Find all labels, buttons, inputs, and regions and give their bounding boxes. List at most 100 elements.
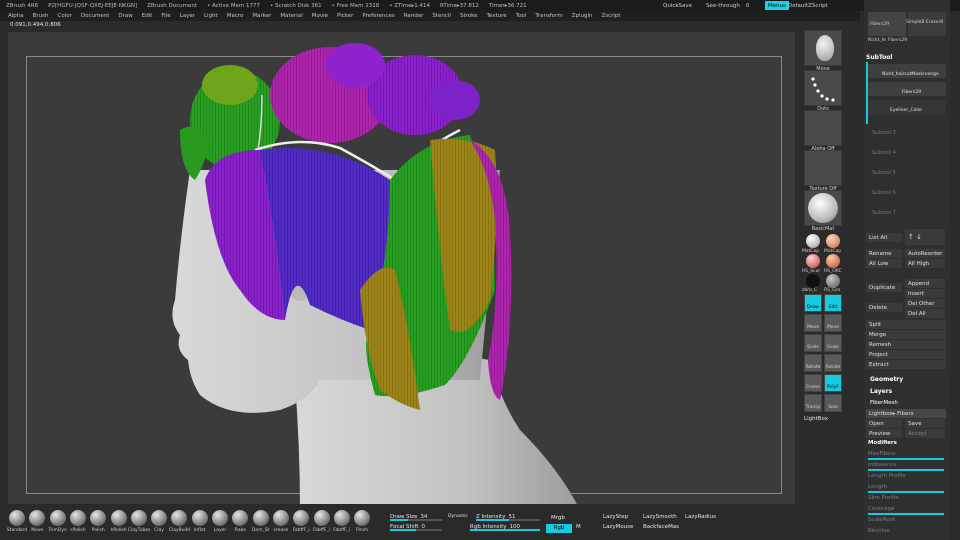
rs-grey-icon[interactable]	[826, 274, 840, 288]
material-thumb[interactable]: BasicMat	[804, 190, 842, 232]
brush-item[interactable]: Move	[26, 510, 48, 533]
maxfibers-slider[interactable]: MaxFibers	[864, 449, 946, 458]
brush-item[interactable]: TrimDyn	[47, 510, 69, 533]
subtool-slot[interactable]: Subtool 6	[872, 190, 896, 196]
zbro-c-icon[interactable]	[806, 274, 820, 288]
auto-reorder-button[interactable]: AutoReorder	[905, 249, 945, 258]
brush-item[interactable]: Polish	[87, 510, 109, 533]
brush-item[interactable]: Dam_St	[250, 510, 272, 533]
slider-track	[868, 513, 944, 515]
zbrush-window: ZBrush 4R6 P2[HGFU-JQSF-QXEJ-EEJE-NKGN] …	[0, 0, 960, 540]
coverage-slider[interactable]: Coverage	[864, 504, 946, 513]
brush-item[interactable]: crease	[270, 510, 292, 533]
list-all-button[interactable]: List All	[866, 233, 902, 242]
brush-item[interactable]: sPolish	[67, 510, 89, 533]
brush-item[interactable]: Rake	[229, 510, 251, 533]
move-mode-label: Move	[806, 325, 820, 330]
dynamic-button[interactable]: Dynamic	[448, 512, 470, 521]
rename-button[interactable]: Rename	[866, 249, 902, 258]
brush-item[interactable]: Pinch	[351, 510, 373, 533]
layers-header[interactable]: Layers	[870, 388, 892, 395]
subtool-slot[interactable]: Subtool 7	[872, 210, 896, 216]
lightbox-button[interactable]: LightBox	[804, 416, 828, 422]
open-button[interactable]: Open	[866, 419, 902, 428]
stroke-dots-thumb[interactable]: Dots	[804, 70, 842, 112]
mrgb-button[interactable]: Mrgb	[551, 513, 573, 522]
save-button[interactable]: Save	[905, 419, 945, 428]
brush-item[interactable]: ClayBuild	[168, 510, 190, 533]
delete-button[interactable]: Delete	[866, 303, 902, 312]
extract-button[interactable]: Extract	[866, 360, 946, 369]
matcap-2-icon[interactable]	[826, 234, 840, 248]
lazy-radius-slider[interactable]: LazyRadius	[685, 512, 723, 521]
insert-button[interactable]: Insert	[905, 289, 945, 298]
subtool-header[interactable]: SubTool	[866, 54, 892, 61]
del-other-button[interactable]: Del Other	[905, 299, 945, 308]
subtool-label: Eyeliner_Color	[890, 108, 923, 113]
brush-sphere-icon	[354, 510, 371, 526]
subtool-slot[interactable]: Subtool 5	[872, 170, 896, 176]
hair-model-render[interactable]	[0, 0, 800, 510]
matcap-1-icon[interactable]	[806, 234, 820, 248]
brush-item[interactable]: Standard	[6, 510, 28, 533]
split-button[interactable]: Split	[866, 320, 946, 329]
lazy-smooth-slider[interactable]: LazySmooth	[643, 512, 681, 521]
imbalance-slider[interactable]: Imbalance	[864, 460, 946, 469]
scale-transform-label: Scale	[826, 345, 840, 350]
brush-sphere-icon	[69, 510, 86, 526]
brush-item[interactable]: FabffF_i	[311, 510, 333, 533]
brush-item[interactable]: ClayTubes	[128, 510, 151, 533]
length-profile-slider[interactable]: Length Profile	[864, 471, 946, 480]
project-button[interactable]: Project	[866, 350, 946, 359]
brush-label: Rake	[234, 528, 246, 533]
brush-item[interactable]: hPolish	[108, 510, 130, 533]
z-intensity-slider[interactable]: Z Intensity 51	[476, 512, 540, 521]
modifiers-header[interactable]: Modifiers	[868, 440, 897, 446]
m-button[interactable]: M	[576, 522, 584, 531]
arrow-buttons[interactable]: ↑ ↓	[905, 229, 945, 245]
subtool-item-eyeliner[interactable]: Eyeliner_Color	[868, 100, 946, 114]
all-low-button[interactable]: All Low	[866, 259, 902, 268]
rs-orc-icon[interactable]	[826, 254, 840, 268]
brush-item[interactable]: Layer	[209, 510, 231, 533]
rgb-button[interactable]: Rgb	[546, 524, 572, 533]
all-high-button[interactable]: All High	[905, 259, 945, 268]
append-button[interactable]: Append	[905, 279, 945, 288]
brush-item[interactable]: Inflat	[189, 510, 211, 533]
subtool-slot[interactable]: Subtool 4	[872, 150, 896, 156]
backface-mask-button[interactable]: BackfaceMas	[643, 522, 687, 531]
rs-sculpt-icon[interactable]	[806, 254, 820, 268]
merge-button[interactable]: Merge	[866, 330, 946, 339]
polyf-label: PolyF	[827, 385, 839, 390]
fibermesh-header[interactable]: FiberMesh	[870, 400, 898, 406]
draw-size-slider[interactable]: Draw Size 34	[390, 512, 442, 521]
brush-item[interactable]: FabffF_i	[331, 510, 353, 533]
brush-item[interactable]: Clay	[148, 510, 170, 533]
del-all-button[interactable]: Del All	[905, 309, 945, 318]
brush-sphere-icon	[171, 510, 188, 526]
solo-label: Solo	[828, 405, 838, 410]
subtool-item-haircut[interactable]: Nickt_haircutMaskrvenge	[868, 64, 946, 78]
length-slider[interactable]: Length	[864, 482, 946, 491]
brush-sphere-icon	[49, 510, 66, 526]
rgb-intensity-slider[interactable]: Rgb Intensity 100	[470, 522, 540, 531]
slim-profile-slider[interactable]: Slim Profile	[864, 493, 946, 502]
subtool-slot[interactable]: Subtool 3	[872, 130, 896, 136]
remesh-button[interactable]: Remesh	[866, 340, 946, 349]
accept-button[interactable]: Accept	[905, 429, 945, 438]
preview-button[interactable]: Preview	[866, 429, 902, 438]
subtool-item-fibers[interactable]: Fibers29	[868, 82, 946, 96]
revolve-slider[interactable]: Revolve	[864, 526, 946, 535]
move-brush-icon	[816, 35, 834, 61]
alpha-thumb[interactable]: Alpha Off	[804, 110, 842, 152]
lazy-mouse-button[interactable]: LazyMouse	[603, 522, 639, 531]
focal-shift-slider[interactable]: Focal Shift 0	[390, 522, 442, 531]
lightbox-fibers-button[interactable]: Lightbox▸ Fibers	[866, 409, 946, 418]
texture-thumb[interactable]: Texture Off	[804, 150, 842, 192]
duplicate-button[interactable]: Duplicate	[866, 283, 902, 292]
lazy-step-slider[interactable]: LazyStep	[603, 512, 639, 521]
geometry-header[interactable]: Geometry	[870, 376, 903, 383]
scale-root-slider[interactable]: ScaleRoot	[864, 515, 946, 524]
brush-item[interactable]: FabffF_i	[290, 510, 312, 533]
brush-move-thumb[interactable]: Move	[804, 30, 842, 72]
